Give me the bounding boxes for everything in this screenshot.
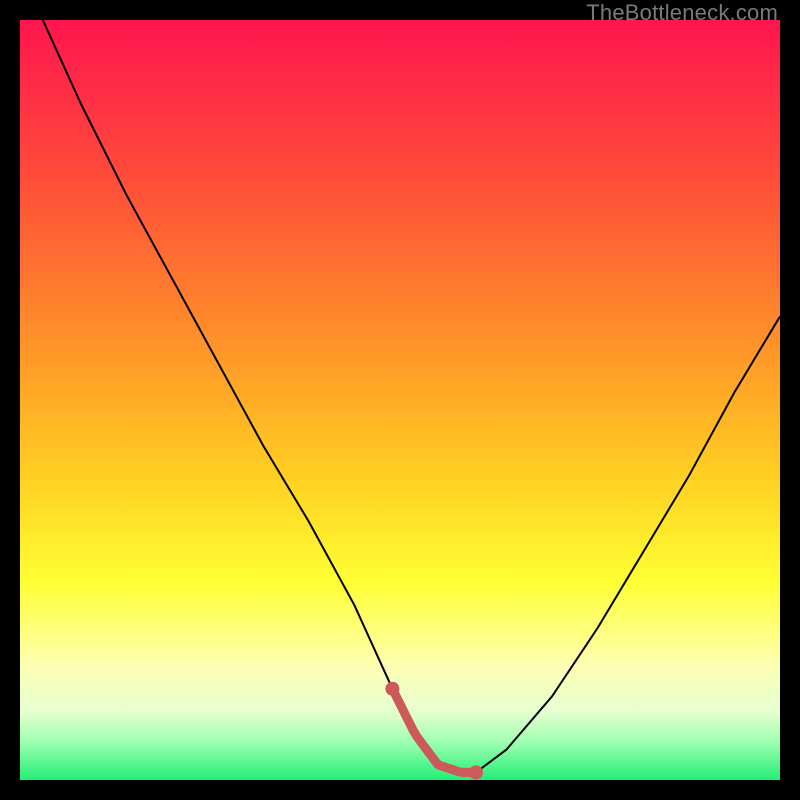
gradient-background bbox=[20, 20, 780, 780]
accent-dot bbox=[419, 740, 427, 748]
accent-dot bbox=[385, 682, 399, 696]
plot-area bbox=[20, 20, 780, 780]
accent-dot bbox=[441, 763, 449, 771]
accent-dot bbox=[430, 756, 438, 764]
accent-dot bbox=[407, 723, 415, 731]
accent-dot bbox=[469, 765, 483, 779]
bottleneck-chart bbox=[20, 20, 780, 780]
accent-dot bbox=[453, 767, 461, 775]
chart-frame: TheBottleneck.com bbox=[0, 0, 800, 800]
